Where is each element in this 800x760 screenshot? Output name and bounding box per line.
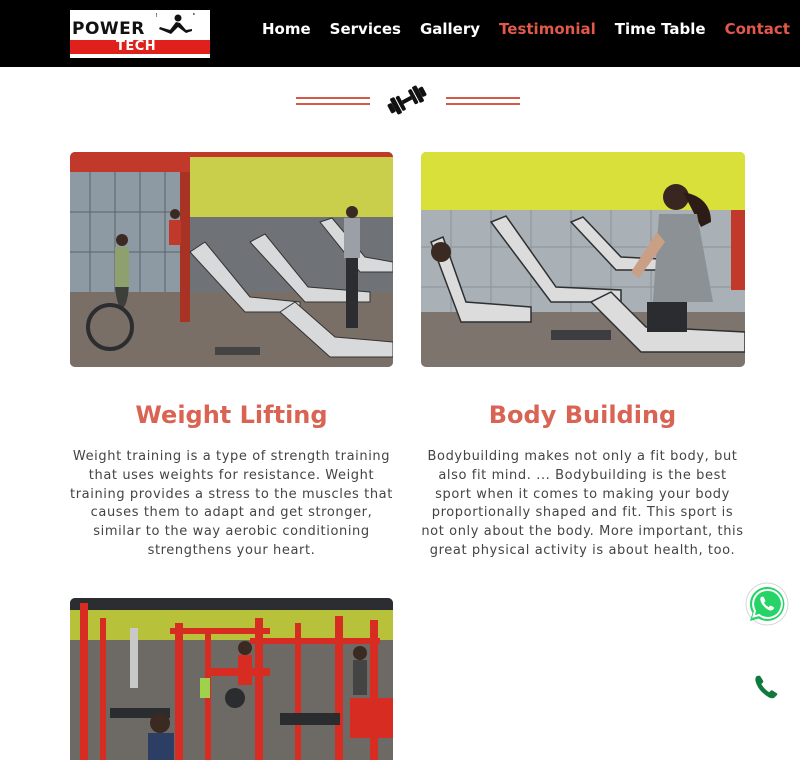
weight-lifting-description: Weight training is a type of strength tr… — [70, 449, 393, 558]
nav-services[interactable]: Services — [330, 19, 401, 39]
nav-gallery[interactable]: Gallery — [420, 19, 480, 39]
divider-line — [296, 103, 370, 105]
nav-testimonial[interactable]: Testimonial — [499, 19, 596, 39]
kick-figure-icon — [156, 13, 195, 34]
phone-icon — [755, 675, 778, 699]
power-tech-logo[interactable]: POWER TECH — [70, 10, 210, 58]
divider-line — [296, 97, 370, 99]
main-nav: Home Services Gallery Testimonial Time T… — [262, 19, 790, 39]
gym-treadmills-photo — [70, 152, 393, 367]
call-button[interactable] — [752, 673, 780, 701]
section-divider — [294, 84, 520, 116]
site-header: POWER TECH Home Services Gallery Testimo… — [0, 0, 800, 67]
weight-lifting-title: Weight Lifting — [135, 401, 328, 429]
divider-line — [446, 103, 520, 105]
divider-line — [446, 97, 520, 99]
whatsapp-button[interactable] — [744, 581, 790, 627]
dumbbell-icon — [387, 85, 427, 115]
body-building-title: Body Building — [488, 401, 677, 429]
woman-treadmill-photo — [421, 152, 745, 367]
nav-contact[interactable]: Contact — [725, 19, 790, 39]
gym-equipment-photo — [70, 598, 393, 760]
nav-time-table[interactable]: Time Table — [615, 19, 706, 39]
nav-home[interactable]: Home — [262, 19, 311, 39]
logo-word-power: POWER — [72, 19, 145, 39]
whatsapp-icon — [745, 582, 789, 626]
body-building-description: Bodybuilding makes not only a fit body, … — [421, 449, 744, 558]
logo-word-tech: TECH — [116, 39, 157, 54]
